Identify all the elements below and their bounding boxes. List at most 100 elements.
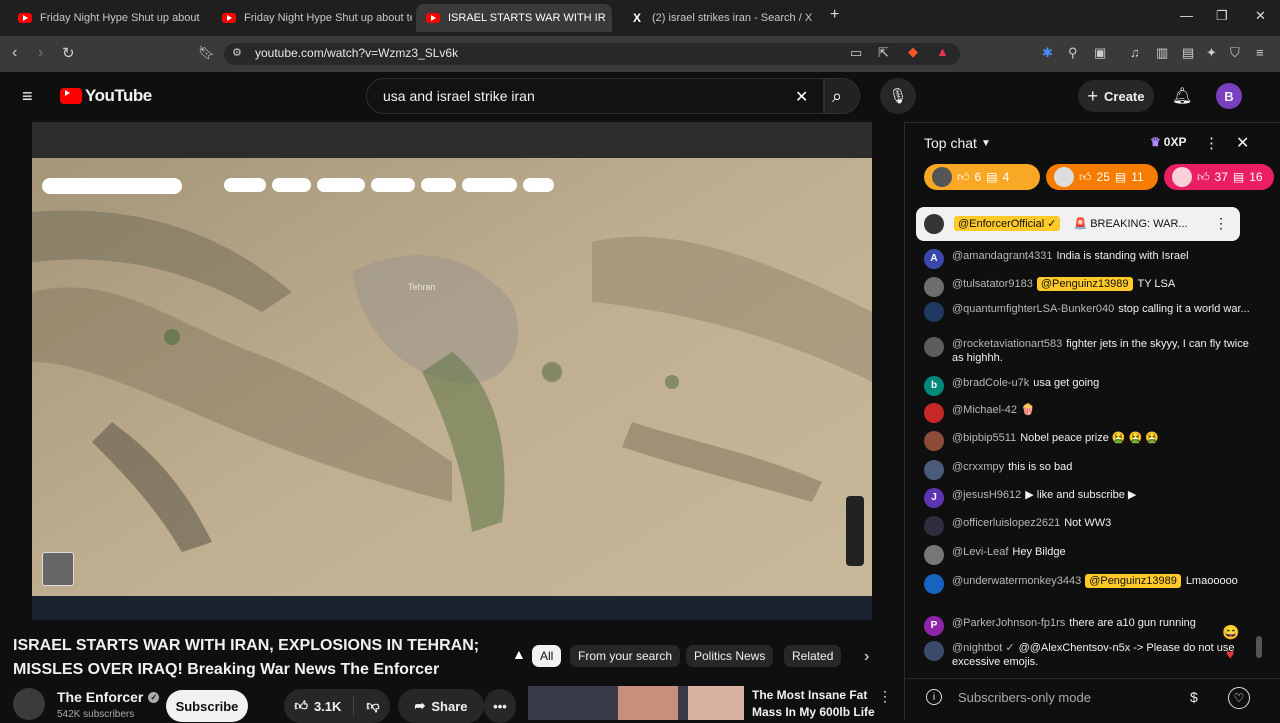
cast-icon[interactable]: ▭ (850, 45, 862, 61)
browser-tab-1[interactable]: Friday Night Hype Shut up about (8, 4, 208, 32)
browser-tab-active[interactable]: ISRAEL STARTS WAR WITH IR ✕ (416, 4, 612, 32)
chat-author-name[interactable]: @Michael-42 (952, 404, 1017, 416)
channel-name[interactable]: The Enforcer ✓ (57, 689, 160, 705)
chat-author-name[interactable]: @bipbip5511 (952, 432, 1016, 444)
subscribers-only-mode-label: Subscribers-only mode (958, 690, 1091, 705)
menu-icon[interactable]: ≡ (1256, 45, 1264, 60)
chat-message[interactable]: @bipbip5511 Nobel peace prize 🤮 🤮 🤮 (924, 431, 1259, 451)
recommended-thumbnail[interactable] (528, 686, 744, 720)
chat-message[interactable]: @Levi-Leaf Hey Bildge (924, 545, 1259, 565)
recommended-more-icon[interactable]: ⋮ (878, 688, 892, 705)
leo-ai-icon[interactable]: ✦ (1206, 45, 1217, 61)
wallet-card-icon[interactable]: ▤ (1182, 45, 1194, 61)
youtube-logo[interactable]: YouTube (60, 86, 152, 106)
chat-message[interactable]: A @amandagrant4331 India is standing with … (924, 249, 1259, 269)
chat-mention-tag: @Penguinz13989 (1085, 574, 1181, 588)
media-icon[interactable]: ♫ (1130, 45, 1140, 60)
chat-message-body: @Levi-Leaf Hey Bildge (952, 545, 1066, 559)
reload-icon[interactable]: ↻ (62, 44, 75, 62)
chat-message[interactable]: J @jesusH9612 ▶ like and subscribe ▶ (924, 488, 1259, 508)
chat-author-name[interactable]: @officerluislopez2621 (952, 517, 1060, 529)
extensions-icon[interactable]: ⚲ (1068, 45, 1078, 61)
browser-tab-4[interactable]: X (2) israel strikes iran - Search / X (620, 4, 820, 32)
chat-author-name[interactable]: @underwatermonkey3443 (952, 575, 1081, 587)
sidebar-icon[interactable]: ▥ (1156, 45, 1168, 61)
chat-highlight-chip[interactable]: 👍︎ 6 ▤ 4 (924, 164, 1040, 190)
chat-author-name[interactable]: @tulsatator9183 (952, 278, 1033, 290)
chat-message[interactable]: @rocketaviationart583 fighter jets in the… (924, 337, 1259, 365)
vpn-shield-icon[interactable]: ⛉ (1230, 45, 1240, 61)
chat-message[interactable]: @Michael-42 🍿 (924, 403, 1259, 423)
chat-author-name[interactable]: @crxxmpy (952, 461, 1004, 473)
chat-scrollbar[interactable] (1256, 200, 1262, 670)
chip-all[interactable]: All (532, 645, 562, 667)
chat-message[interactable]: @nightbot ✓ @@AlexChentsov-n5x -> Please … (924, 641, 1259, 669)
more-actions-button[interactable]: ••• (484, 689, 516, 723)
site-info-icon[interactable]: ⚙ (232, 46, 242, 59)
chips-next-icon[interactable]: › (864, 648, 869, 666)
account-avatar[interactable]: B (1216, 83, 1242, 109)
maximize-icon[interactable]: ❐ (1216, 8, 1228, 24)
chat-author-avatar (924, 574, 944, 594)
x-favicon-icon: X (632, 11, 641, 25)
voice-search-button[interactable]: 🎙︎ (880, 78, 916, 114)
chat-message[interactable]: @crxxmpy this is so bad (924, 460, 1259, 480)
chat-highlight-chip[interactable]: 👍︎ 37 ▤ 16 (1164, 164, 1274, 190)
pinned-more-icon[interactable]: ⋮ (1214, 215, 1228, 232)
chat-message-text: TY LSA (1137, 278, 1176, 290)
chat-highlight-chip[interactable]: 👍︎ 25 ▤ 11 (1046, 164, 1158, 190)
chat-message[interactable]: @tulsatator9183 @Penguinz13989 TY LSA (924, 277, 1259, 297)
subscribe-button[interactable]: Subscribe (166, 690, 248, 722)
share-button[interactable]: ➦ Share (398, 689, 484, 723)
vpn-icon[interactable]: ✱ (1042, 45, 1053, 61)
chat-author-name[interactable]: @bradCole-u7k (952, 377, 1029, 389)
heart-icon[interactable]: ♡ (1228, 687, 1250, 709)
chat-message-body: @bipbip5511 Nobel peace prize 🤮 🤮 🤮 (952, 431, 1159, 445)
share-page-icon[interactable]: ⇱ (878, 45, 889, 61)
info-icon[interactable]: i (926, 689, 942, 705)
chat-message[interactable]: @underwatermonkey3443 @Penguinz13989 Lmaoo… (924, 574, 1259, 594)
chat-message-body: @officerluislopez2621 Not WW3 (952, 516, 1111, 530)
brave-shield-icon[interactable]: ◆ (908, 44, 918, 60)
chat-more-icon[interactable]: ⋮ (1204, 134, 1219, 152)
bookmark-icon[interactable]: 🔖︎ (198, 45, 215, 61)
chat-author-name[interactable]: @rocketaviationart583 (952, 338, 1062, 350)
hamburger-menu-icon[interactable]: ≡ (22, 86, 33, 107)
chat-message[interactable]: @quantumfighterLSA-Bunker040 stop calling… (924, 302, 1259, 322)
super-chat-icon[interactable]: $ (1190, 689, 1198, 705)
chip-from-your-search[interactable]: From your search (570, 645, 681, 667)
chat-author-name[interactable]: @jesusH9612 (952, 489, 1021, 501)
browser-tab-2[interactable]: Friday Night Hype Shut up about te (212, 4, 412, 32)
recommended-title[interactable]: The Most Insane Fat Mass In My 600lb Lif… (752, 687, 875, 721)
chat-author-name[interactable]: @Levi-Leaf (952, 546, 1008, 558)
wallet-icon[interactable]: ▣ (1094, 45, 1106, 61)
chat-author-name[interactable]: @quantumfighterLSA-Bunker040 (952, 303, 1114, 315)
create-button[interactable]: + Create (1078, 80, 1154, 112)
brave-rewards-icon[interactable]: ▲ (936, 44, 949, 59)
notifications-bell-icon[interactable]: 🔔︎ (1172, 86, 1192, 106)
url-text: youtube.com/watch?v=Wzmz3_SLv6k (255, 46, 459, 60)
back-icon[interactable]: ‹ (12, 44, 17, 62)
chat-message[interactable]: P @ParkerJohnson-fp1rs there are a10 gun r… (924, 616, 1259, 636)
chat-message[interactable]: @officerluislopez2621 Not WW3 (924, 516, 1259, 536)
chip-related[interactable]: Related (784, 645, 842, 667)
chip-politics-news[interactable]: Politics News (686, 645, 774, 667)
chat-message-text: Lmaooooo (1185, 575, 1238, 587)
chat-message[interactable]: b @bradCole-u7k usa get going (924, 376, 1259, 396)
close-chat-icon[interactable]: ✕ (1236, 133, 1249, 153)
channel-avatar[interactable] (13, 688, 45, 720)
minimize-icon[interactable]: — (1180, 8, 1193, 23)
video-player[interactable]: Tehran (32, 122, 872, 620)
new-tab-icon[interactable]: + (830, 6, 839, 24)
forward-icon[interactable]: › (38, 44, 43, 62)
window-close-icon[interactable]: ✕ (1255, 8, 1266, 24)
chat-author-name[interactable]: @ParkerJohnson-fp1rs (952, 617, 1065, 629)
chat-author-name[interactable]: @nightbot ✓ (952, 642, 1015, 654)
chat-author-avatar: J (924, 488, 944, 508)
xp-badge[interactable]: ♛ 0XP (1150, 135, 1186, 149)
clear-search-icon[interactable]: ✕ (795, 87, 808, 107)
dislike-button[interactable]: 👎︎ (366, 698, 379, 714)
chat-mode-dropdown[interactable]: Top chat ▼ (924, 135, 991, 151)
chat-author-name[interactable]: @amandagrant4331 (952, 250, 1052, 262)
like-button[interactable]: 👍︎ 3.1K (294, 698, 341, 714)
